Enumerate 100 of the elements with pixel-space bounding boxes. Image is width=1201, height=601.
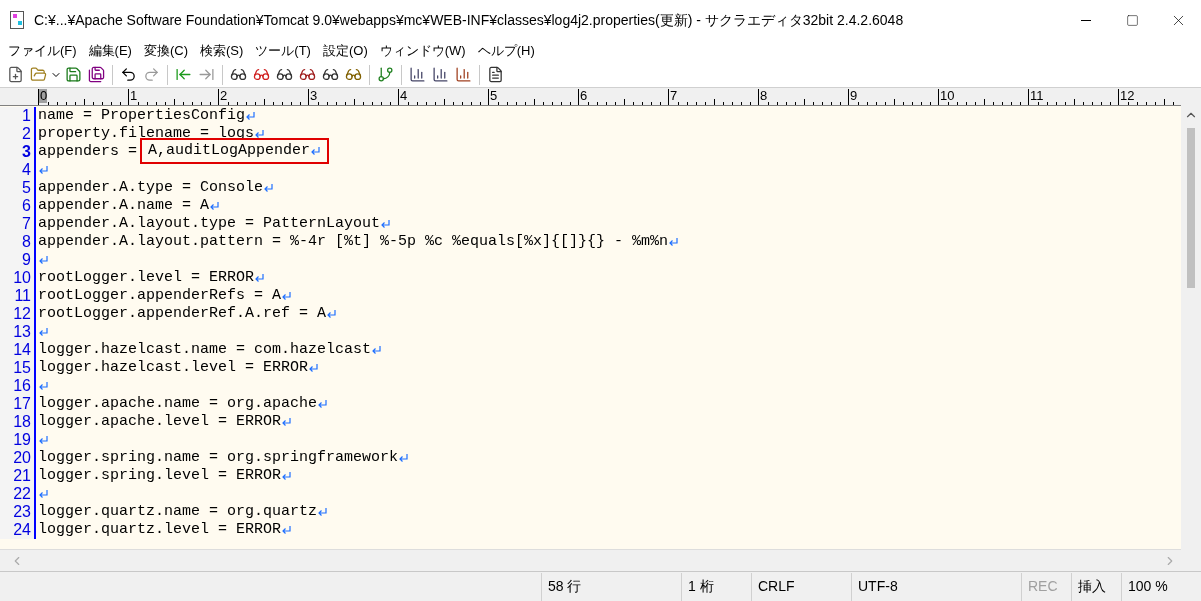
- return-icon: [281, 416, 293, 428]
- code-text: appenders =: [38, 143, 139, 161]
- return-icon: [209, 200, 221, 212]
- window-title: C:¥...¥Apache Software Foundation¥Tomcat 9.0¥webapps¥mc¥WEB-INF¥classes¥log4j2.properties(更新) - サクラエディタ32bit 2.4.2.6048: [34, 10, 904, 30]
- return-icon: [668, 236, 680, 248]
- code-text: logger.apache.name = org.apache: [38, 395, 318, 413]
- line-number: 14: [0, 341, 34, 359]
- code-text: logger.hazelcast.level = ERROR: [38, 359, 309, 377]
- minimize-icon: [1081, 19, 1091, 21]
- code-text: logger.spring.level = ERROR: [38, 467, 282, 485]
- return-icon: [380, 218, 392, 230]
- ruler-number: 10: [939, 89, 955, 103]
- return-icon: [254, 128, 266, 140]
- return-icon: [245, 110, 257, 122]
- line-number: 7: [0, 215, 34, 233]
- line-number: 16: [0, 377, 34, 395]
- menu-item[interactable]: ヘルプ(H): [471, 41, 541, 61]
- line-number: 5: [0, 179, 34, 197]
- menu-item[interactable]: 検索(S): [194, 41, 250, 61]
- return-icon: [281, 524, 293, 536]
- maximize-icon: [1125, 13, 1139, 27]
- return-icon: [310, 145, 322, 157]
- code-text: appender.A.name = A: [38, 197, 210, 215]
- return-icon: [38, 164, 49, 176]
- ruler-number: 11: [1029, 89, 1044, 103]
- line-number: 10: [0, 269, 34, 287]
- line-number: 21: [0, 467, 34, 485]
- code-text: A,auditLogAppender: [148, 142, 311, 160]
- line-number: 23: [0, 503, 34, 521]
- return-icon: [317, 398, 329, 410]
- ruler-number: 8: [759, 89, 768, 103]
- menu-item[interactable]: 設定(O): [316, 41, 374, 61]
- return-icon: [317, 506, 329, 518]
- return-icon: [38, 326, 49, 338]
- status-item: UTF-8: [851, 572, 1021, 601]
- return-icon: [308, 362, 320, 374]
- ruler-number: 1: [129, 89, 138, 103]
- return-icon: [263, 182, 275, 194]
- line-number: 17: [0, 395, 34, 413]
- notepad-icon: [10, 11, 24, 29]
- return-icon: [398, 452, 410, 464]
- code-text: rootLogger.level = ERROR: [38, 269, 255, 287]
- ruler-number: 9: [849, 89, 858, 103]
- ruler-number: 12: [1119, 89, 1135, 103]
- line-number: 12: [0, 305, 34, 323]
- line-number: 3: [0, 143, 34, 161]
- editor-area[interactable]: [0, 106, 1181, 549]
- line-number: 22: [0, 485, 34, 503]
- status-item: 100 %: [1121, 572, 1181, 601]
- code-text: rootLogger.appenderRef.A.ref = A: [38, 305, 327, 323]
- return-icon: [38, 254, 49, 266]
- menu-item[interactable]: 編集(E): [82, 41, 138, 61]
- code-text: logger.hazelcast.name = com.hazelcast: [38, 341, 372, 359]
- line-number: 15: [0, 359, 34, 377]
- scrollbar-thumb[interactable]: [1187, 128, 1195, 288]
- status-item: REC: [1021, 572, 1071, 601]
- ruler-number: 4: [399, 89, 408, 103]
- line-number: 13: [0, 323, 34, 341]
- return-icon: [38, 380, 49, 392]
- ruler-number: 2: [219, 89, 228, 103]
- line-number: 2: [0, 125, 34, 143]
- code-text: appender.A.type = Console: [38, 179, 264, 197]
- line-number: 1: [0, 107, 34, 125]
- line-number: 18: [0, 413, 34, 431]
- menu-item[interactable]: 変換(C): [137, 41, 194, 61]
- line-number: 19: [0, 431, 34, 449]
- return-icon: [281, 470, 293, 482]
- line-number: 9: [0, 251, 34, 269]
- status-item: 58 行: [541, 572, 681, 601]
- menu-item[interactable]: ツール(T): [249, 41, 317, 61]
- line-number: 24: [0, 521, 34, 539]
- line-number: 6: [0, 197, 34, 215]
- ruler-number: 6: [579, 89, 588, 103]
- ruler-number: 7: [669, 89, 678, 103]
- menu-item[interactable]: ファイル(F): [2, 41, 83, 61]
- status-item: CRLF: [751, 572, 851, 601]
- code-text: appender.A.layout.pattern = %-4r [%t] %-5p %c %equals[%x]{[]}{} - %m%n: [38, 233, 669, 251]
- status-item: 挿入: [1071, 572, 1121, 601]
- return-icon: [326, 308, 338, 320]
- ruler-number: 3: [309, 89, 318, 103]
- code-text: logger.quartz.name = org.quartz: [38, 503, 318, 521]
- ruler-number: 5: [489, 89, 498, 103]
- vertical-scrollbar[interactable]: [1181, 88, 1201, 571]
- ruler-number: 0: [39, 89, 48, 103]
- return-icon: [38, 434, 49, 446]
- code-text: appender.A.layout.type = PatternLayout: [38, 215, 381, 233]
- code-text: logger.spring.name = org.springframework: [38, 449, 399, 467]
- code-text: name = PropertiesConfig: [38, 107, 246, 125]
- line-number: 20: [0, 449, 34, 467]
- line-number: 11: [0, 287, 34, 305]
- line-number: 8: [0, 233, 34, 251]
- return-icon: [254, 272, 266, 284]
- code-text: logger.apache.level = ERROR: [38, 413, 282, 431]
- code-text: rootLogger.appenderRefs = A: [38, 287, 282, 305]
- code-text: logger.quartz.level = ERROR: [38, 521, 282, 539]
- return-icon: [371, 344, 383, 356]
- line-number: 4: [0, 161, 34, 179]
- menu-item[interactable]: ウィンドウ(W): [373, 41, 472, 61]
- return-icon: [281, 290, 293, 302]
- return-icon: [38, 488, 49, 500]
